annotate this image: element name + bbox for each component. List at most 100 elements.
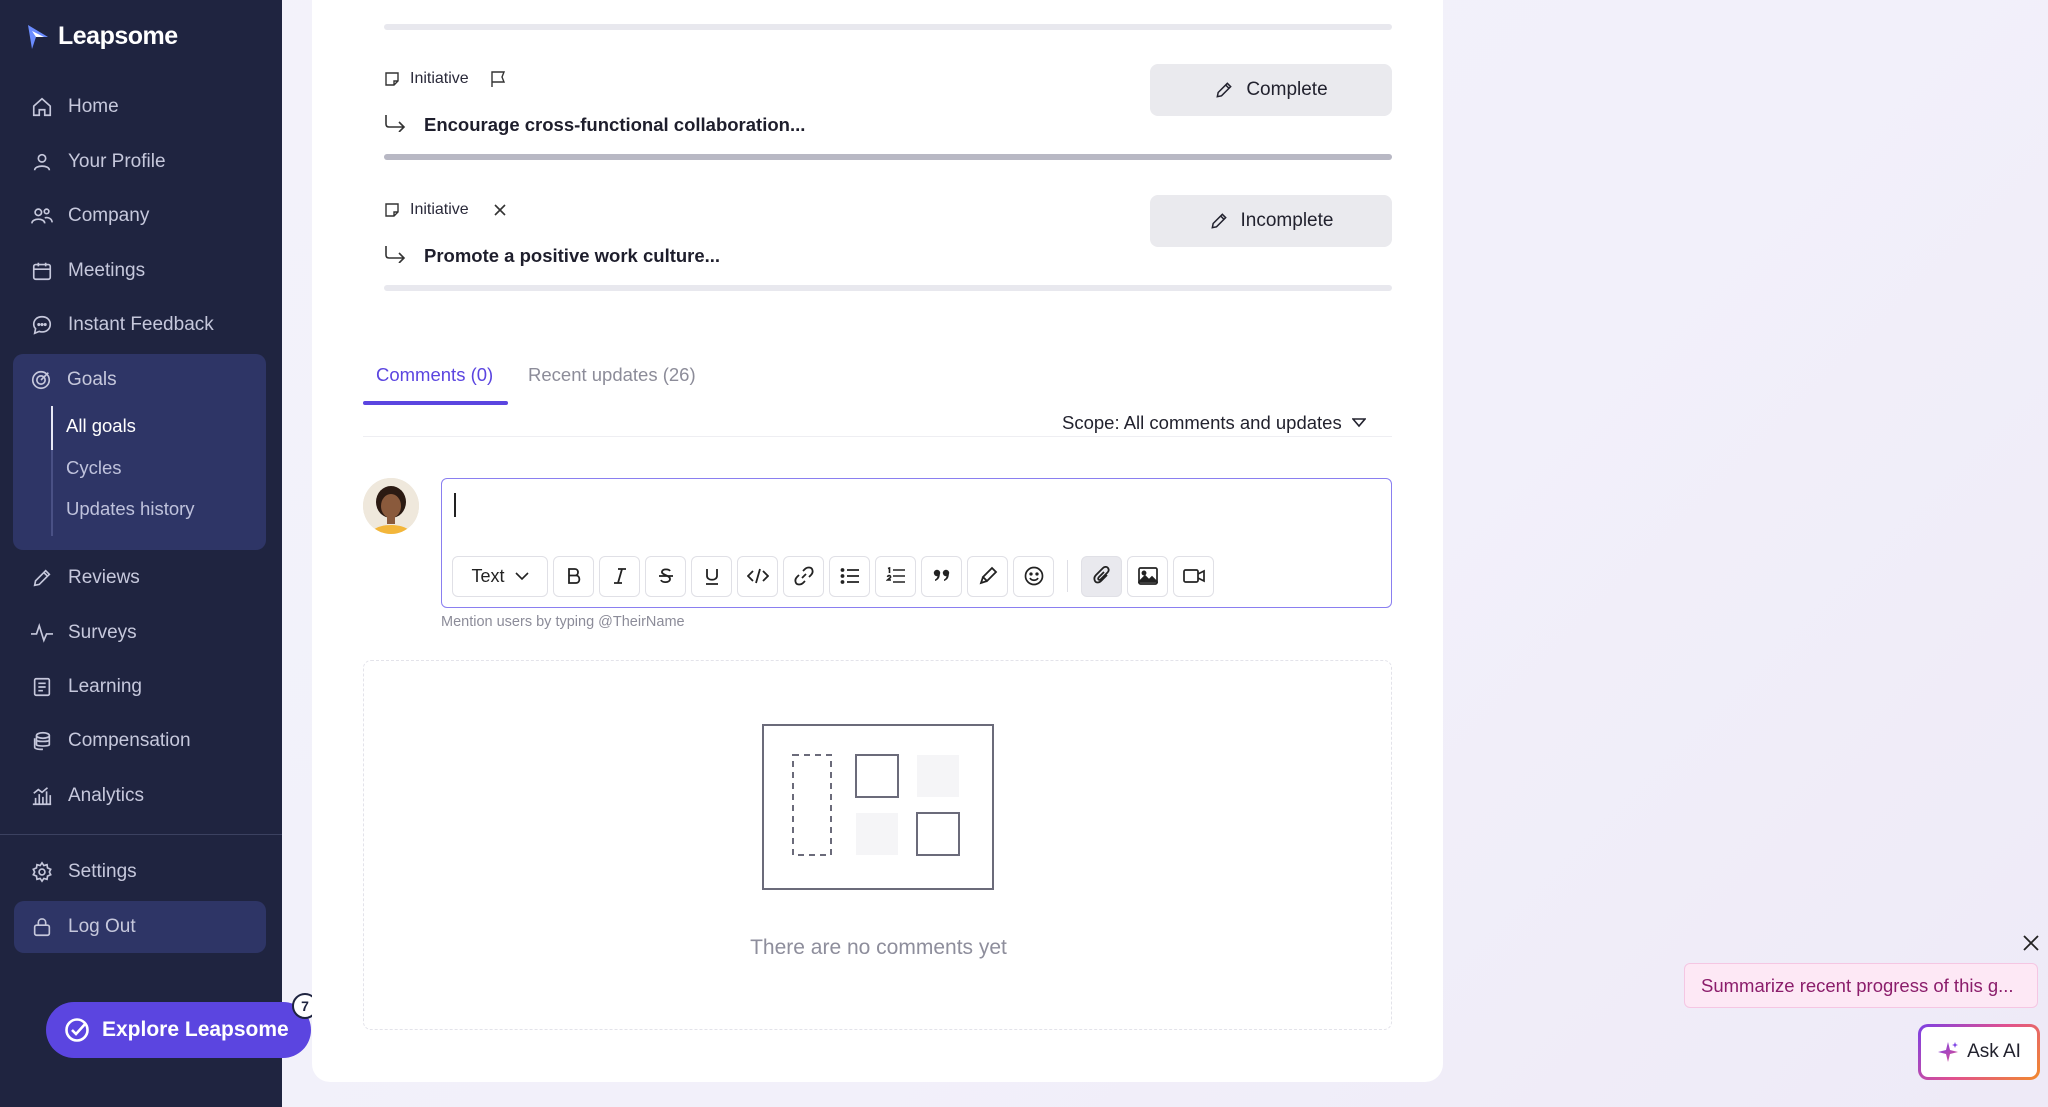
calendar-icon — [30, 259, 54, 283]
code-button[interactable] — [737, 555, 778, 597]
attach-button[interactable] — [1081, 555, 1122, 597]
initiative-row: Initiative Promote a positive work cultu… — [384, 195, 1392, 295]
strikethrough-icon — [658, 568, 673, 584]
close-icon — [494, 204, 506, 216]
nav-reviews[interactable]: Reviews — [14, 552, 266, 604]
pencil-icon — [30, 566, 54, 590]
explore-label: Explore Leapsome — [102, 1018, 289, 1041]
pulse-icon — [30, 621, 54, 645]
link-button[interactable] — [783, 555, 824, 597]
link-icon — [793, 566, 814, 586]
nav-analytics[interactable]: Analytics — [14, 770, 266, 822]
tab-recent-updates[interactable]: Recent updates (26) — [528, 364, 696, 386]
nav-instant-feedback-label: Instant Feedback — [68, 314, 214, 335]
subnav-all-goals[interactable]: All goals — [66, 415, 136, 437]
nav-meetings[interactable]: Meetings — [14, 245, 266, 297]
emoji-button[interactable] — [1013, 555, 1054, 597]
nav-goals[interactable]: Goals — [13, 354, 265, 406]
video-button[interactable] — [1173, 555, 1214, 597]
close-icon[interactable] — [2022, 934, 2040, 952]
initiative-title[interactable]: Encourage cross-functional collaboration… — [424, 114, 805, 136]
initiative-progress-bar — [384, 285, 1392, 291]
chat-bubble-icon — [30, 313, 54, 337]
initiative-header: Initiative — [384, 70, 507, 88]
check-badge-icon — [64, 1017, 90, 1043]
nav-log-out[interactable]: Log Out — [14, 901, 266, 953]
subitem-arrow-icon — [385, 246, 406, 263]
ask-ai-label: Ask AI — [1967, 1041, 2021, 1062]
leapsome-logo-icon — [28, 24, 48, 49]
nav-home-label: Home — [68, 96, 119, 117]
nav-instant-feedback[interactable]: Instant Feedback — [14, 299, 266, 351]
complete-button[interactable]: Complete — [1150, 64, 1392, 116]
explore-leapsome-button[interactable]: Explore Leapsome — [46, 1002, 311, 1058]
image-button[interactable] — [1127, 555, 1168, 597]
initiative-type: Initiative — [410, 70, 469, 87]
note-icon — [385, 203, 399, 217]
subnav-cycles[interactable]: Cycles — [66, 457, 122, 479]
highlight-button[interactable] — [967, 555, 1008, 597]
nav-company-label: Company — [68, 205, 150, 226]
nav-home[interactable]: Home — [14, 81, 266, 133]
incomplete-button[interactable]: Incomplete — [1150, 195, 1392, 247]
quote-icon — [933, 569, 949, 581]
empty-message: There are no comments yet — [750, 936, 1007, 959]
initiative-header: Initiative — [384, 201, 507, 219]
leapsome-logo[interactable]: Leapsome — [26, 22, 178, 51]
nav-reviews-label: Reviews — [68, 567, 140, 588]
nav-surveys[interactable]: Surveys — [14, 607, 266, 659]
quote-button[interactable] — [921, 555, 962, 597]
image-icon — [1137, 567, 1158, 585]
italic-button[interactable] — [599, 555, 640, 597]
nav-compensation-label: Compensation — [68, 730, 191, 751]
nav-settings-label: Settings — [68, 861, 137, 882]
nav-meetings-label: Meetings — [68, 260, 146, 281]
comment-editor[interactable]: Text — [441, 478, 1392, 608]
scope-dropdown[interactable]: Scope: All comments and updates — [1062, 412, 1366, 434]
tab-comments[interactable]: Comments (0) — [376, 364, 493, 386]
nav-your-profile[interactable]: Your Profile — [14, 136, 266, 188]
bullet-list-icon — [840, 568, 859, 584]
text-caret — [454, 493, 456, 517]
bar-chart-icon — [30, 784, 54, 808]
nav-learning[interactable]: Learning — [14, 661, 266, 713]
numbered-list-icon — [885, 567, 905, 583]
user-icon — [30, 150, 54, 174]
nav-settings[interactable]: Settings — [14, 846, 266, 898]
lock-icon — [30, 915, 54, 939]
marker-icon — [979, 566, 997, 585]
tabs-divider — [363, 436, 1392, 437]
underline-button[interactable] — [691, 555, 732, 597]
numbered-list-button[interactable] — [875, 555, 916, 597]
text-style-dropdown[interactable]: Text — [452, 555, 548, 597]
subnav-updates-history[interactable]: Updates history — [66, 498, 195, 520]
nav-learning-label: Learning — [68, 676, 142, 697]
initiative-title[interactable]: Promote a positive work culture... — [424, 245, 720, 267]
brand-name: Leapsome — [58, 22, 178, 50]
ai-suggestion-chip[interactable]: Summarize recent progress of this g... — [1684, 963, 2038, 1008]
nav-surveys-label: Surveys — [68, 622, 137, 643]
initiative-type: Initiative — [410, 201, 469, 218]
ask-ai-button[interactable]: Ask AI — [1918, 1024, 2040, 1080]
toolbar-separator — [1067, 560, 1068, 592]
sidebar-divider — [0, 834, 282, 835]
initiative-progress-bar — [384, 154, 1392, 160]
italic-icon — [613, 568, 626, 584]
book-icon — [30, 675, 54, 699]
avatar — [363, 478, 419, 534]
nav-compensation[interactable]: Compensation — [14, 715, 266, 767]
strikethrough-button[interactable] — [645, 555, 686, 597]
bold-icon — [567, 568, 580, 584]
nav-company[interactable]: Company — [14, 190, 266, 242]
code-icon — [746, 568, 769, 584]
flag-icon — [491, 71, 505, 87]
target-icon — [29, 368, 53, 392]
text-style-label: Text — [471, 565, 505, 586]
subitem-arrow-icon — [385, 115, 406, 132]
chevron-down-icon — [1351, 418, 1366, 428]
bold-button[interactable] — [553, 555, 594, 597]
bullet-list-button[interactable] — [829, 555, 870, 597]
sidebar: Leapsome Home Your Profile Company Meeti… — [0, 0, 282, 1107]
active-tab-indicator — [363, 401, 508, 405]
incomplete-label: Incomplete — [1240, 210, 1334, 231]
